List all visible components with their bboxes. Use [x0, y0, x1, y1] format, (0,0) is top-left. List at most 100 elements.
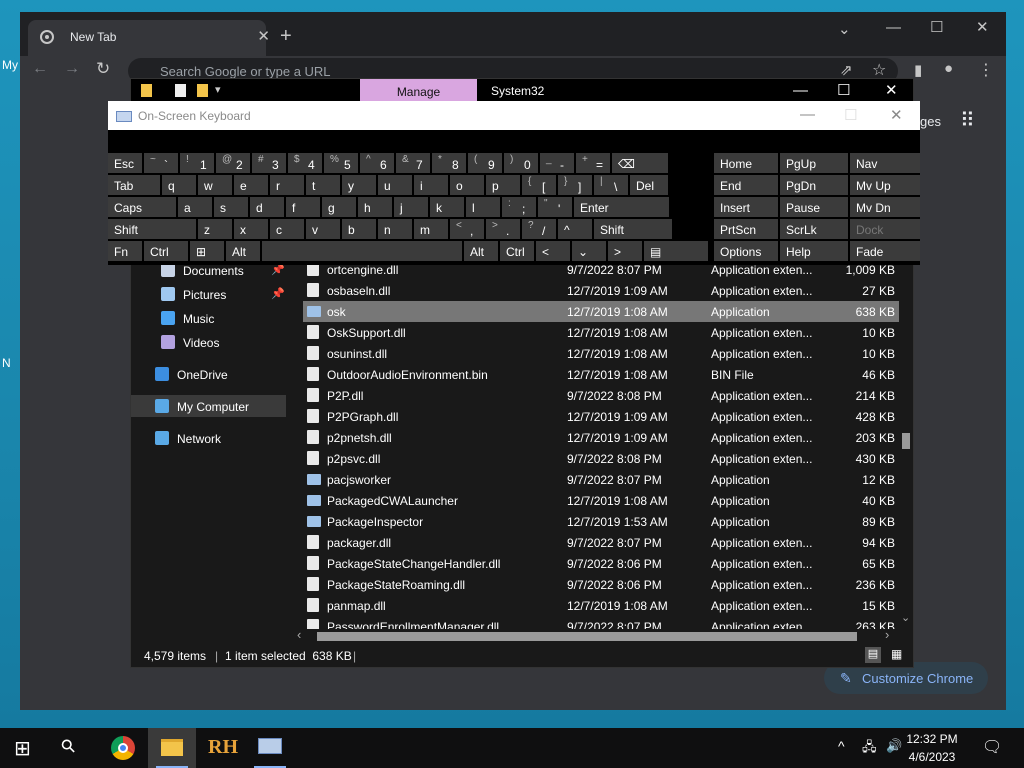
network-icon[interactable]: 🖧: [862, 738, 877, 760]
osk-nav-key[interactable]: End: [714, 175, 778, 195]
customize-quick-access-icon[interactable]: ▾: [215, 83, 221, 96]
osk-key[interactable]: ~ `: [144, 153, 178, 173]
osk-nav-key[interactable]: PrtScn: [714, 219, 778, 239]
osk-key[interactable]: l: [466, 197, 500, 217]
scroll-right-icon[interactable]: ›: [885, 627, 889, 642]
osk-key[interactable]: Ctrl: [144, 241, 188, 261]
chrome-maximize-button[interactable]: ☐: [930, 18, 943, 36]
search-icon[interactable]: ⚲: [57, 734, 81, 758]
osk-key[interactable]: b: [342, 219, 376, 239]
osk-nav-key[interactable]: Help: [780, 241, 848, 261]
osk-maximize-button[interactable]: ☐: [844, 106, 857, 124]
osk-nav-key[interactable]: Pause: [780, 197, 848, 217]
chrome-taskbar-icon[interactable]: [98, 728, 146, 768]
osk-key[interactable]: | \: [594, 175, 628, 195]
vertical-scrollbar[interactable]: ⌄: [899, 259, 913, 629]
chrome-tab-new-tab[interactable]: New Tab ✕: [28, 20, 270, 56]
file-row[interactable]: p2psvc.dll 9/7/2022 8:08 PM Application ex…: [303, 448, 899, 469]
osk-key[interactable]: " ': [538, 197, 572, 217]
file-row[interactable]: osuninst.dll 12/7/2019 1:08 AM Application…: [303, 343, 899, 364]
clock-date[interactable]: 4/6/2023: [892, 750, 972, 764]
osk-key[interactable]: d: [250, 197, 284, 217]
chrome-minimize-button[interactable]: —: [886, 19, 901, 36]
file-explorer-taskbar-icon[interactable]: [148, 728, 196, 768]
file-row[interactable]: OutdoorAudioEnvironment.bin 12/7/2019 1:0…: [303, 364, 899, 385]
osk-nav-key[interactable]: Insert: [714, 197, 778, 217]
pin-icon[interactable]: 📌: [271, 287, 285, 300]
chrome-close-button[interactable]: ✕: [976, 18, 989, 36]
osk-key[interactable]: Alt: [464, 241, 498, 261]
file-row[interactable]: PackagedCWALauncher 12/7/2019 1:08 AM Appl…: [303, 490, 899, 511]
on-screen-keyboard-taskbar-icon[interactable]: [246, 728, 294, 768]
side-panel-icon[interactable]: ▮: [914, 61, 922, 79]
osk-nav-key[interactable]: Mv Dn: [850, 197, 920, 217]
tray-chevron-icon[interactable]: ^: [838, 738, 845, 754]
osk-key[interactable]: ⌄: [572, 241, 606, 261]
osk-key[interactable]: Ctrl: [500, 241, 534, 261]
osk-key[interactable]: e: [234, 175, 268, 195]
explorer-close-button[interactable]: ✕: [885, 81, 898, 99]
osk-key[interactable]: ⌫: [612, 153, 668, 173]
osk-key[interactable]: m: [414, 219, 448, 239]
file-row[interactable]: PackageStateChangeHandler.dll 9/7/2022 8:…: [303, 553, 899, 574]
osk-key[interactable]: [262, 241, 462, 261]
osk-key[interactable]: @2: [216, 153, 250, 173]
osk-key[interactable]: }]: [558, 175, 592, 195]
file-row[interactable]: p2pnetsh.dll 12/7/2019 1:09 AM Application…: [303, 427, 899, 448]
osk-key[interactable]: w: [198, 175, 232, 195]
osk-key[interactable]: s: [214, 197, 248, 217]
osk-key[interactable]: #3: [252, 153, 286, 173]
osk-nav-key[interactable]: Dock: [850, 219, 920, 239]
osk-minimize-button[interactable]: —: [800, 106, 815, 123]
osk-key[interactable]: % 5: [324, 153, 358, 173]
osk-key[interactable]: <,: [450, 219, 484, 239]
osk-key[interactable]: u: [378, 175, 412, 195]
nav-item[interactable]: Music: [131, 307, 286, 329]
osk-key[interactable]: ? /: [522, 219, 556, 239]
osk-key[interactable]: ⊞: [190, 241, 224, 261]
profile-icon[interactable]: ●: [944, 60, 953, 77]
share-icon[interactable]: ⇗: [840, 61, 853, 79]
file-row[interactable]: pacjsworker 9/7/2022 8:07 PM Application 12…: [303, 469, 899, 490]
new-tab-button[interactable]: +: [280, 25, 292, 48]
desktop-icon-label[interactable]: My: [2, 58, 18, 72]
ribbon-tab-manage[interactable]: Manage: [360, 79, 477, 103]
osk-nav-key[interactable]: Mv Up: [850, 175, 920, 195]
file-row[interactable]: PackageInspector 12/7/2019 1:53 AM Applica…: [303, 511, 899, 532]
nav-item[interactable]: Network: [131, 427, 286, 449]
file-row[interactable]: panmap.dll 12/7/2019 1:08 AM Application e…: [303, 595, 899, 616]
clock-time[interactable]: 12:32 PM: [892, 732, 972, 746]
osk-nav-key[interactable]: ScrLk: [780, 219, 848, 239]
osk-key[interactable]: f: [286, 197, 320, 217]
osk-key[interactable]: ! 1: [180, 153, 214, 173]
osk-key[interactable]: i: [414, 175, 448, 195]
osk-key[interactable]: Caps: [108, 197, 176, 217]
osk-key[interactable]: h: [358, 197, 392, 217]
desktop-icon-label[interactable]: N: [2, 356, 11, 370]
file-row[interactable]: packager.dll 9/7/2022 8:07 PM Application …: [303, 532, 899, 553]
osk-nav-key[interactable]: PgDn: [780, 175, 848, 195]
osk-key[interactable]: Del: [630, 175, 668, 195]
file-row[interactable]: PackageStateRoaming.dll 9/7/2022 8:06 PM A…: [303, 574, 899, 595]
vertical-scroll-thumb[interactable]: [902, 433, 910, 449]
file-row[interactable]: P2PGraph.dll 12/7/2019 1:09 AM Application…: [303, 406, 899, 427]
osk-key[interactable]: c: [270, 219, 304, 239]
scroll-left-icon[interactable]: ‹: [297, 627, 301, 642]
tab-search-icon[interactable]: ⌄: [838, 20, 851, 38]
osk-key[interactable]: ) 0: [504, 153, 538, 173]
osk-key[interactable]: t: [306, 175, 340, 195]
osk-key[interactable]: x: [234, 219, 268, 239]
horizontal-scroll-thumb[interactable]: [317, 632, 857, 641]
osk-key[interactable]: Esc: [108, 153, 142, 173]
windows-start-icon[interactable]: ⊞: [14, 736, 31, 761]
back-icon[interactable]: ←: [32, 60, 48, 78]
osk-key[interactable]: ^ 6: [360, 153, 394, 173]
osk-key[interactable]: >.: [486, 219, 520, 239]
osk-close-button[interactable]: ✕: [890, 106, 903, 124]
osk-key[interactable]: z: [198, 219, 232, 239]
osk-key[interactable]: q: [162, 175, 196, 195]
osk-key[interactable]: g: [322, 197, 356, 217]
explorer-minimize-button[interactable]: —: [793, 82, 808, 99]
scroll-down-icon[interactable]: ⌄: [901, 611, 910, 624]
osk-key[interactable]: :;: [502, 197, 536, 217]
